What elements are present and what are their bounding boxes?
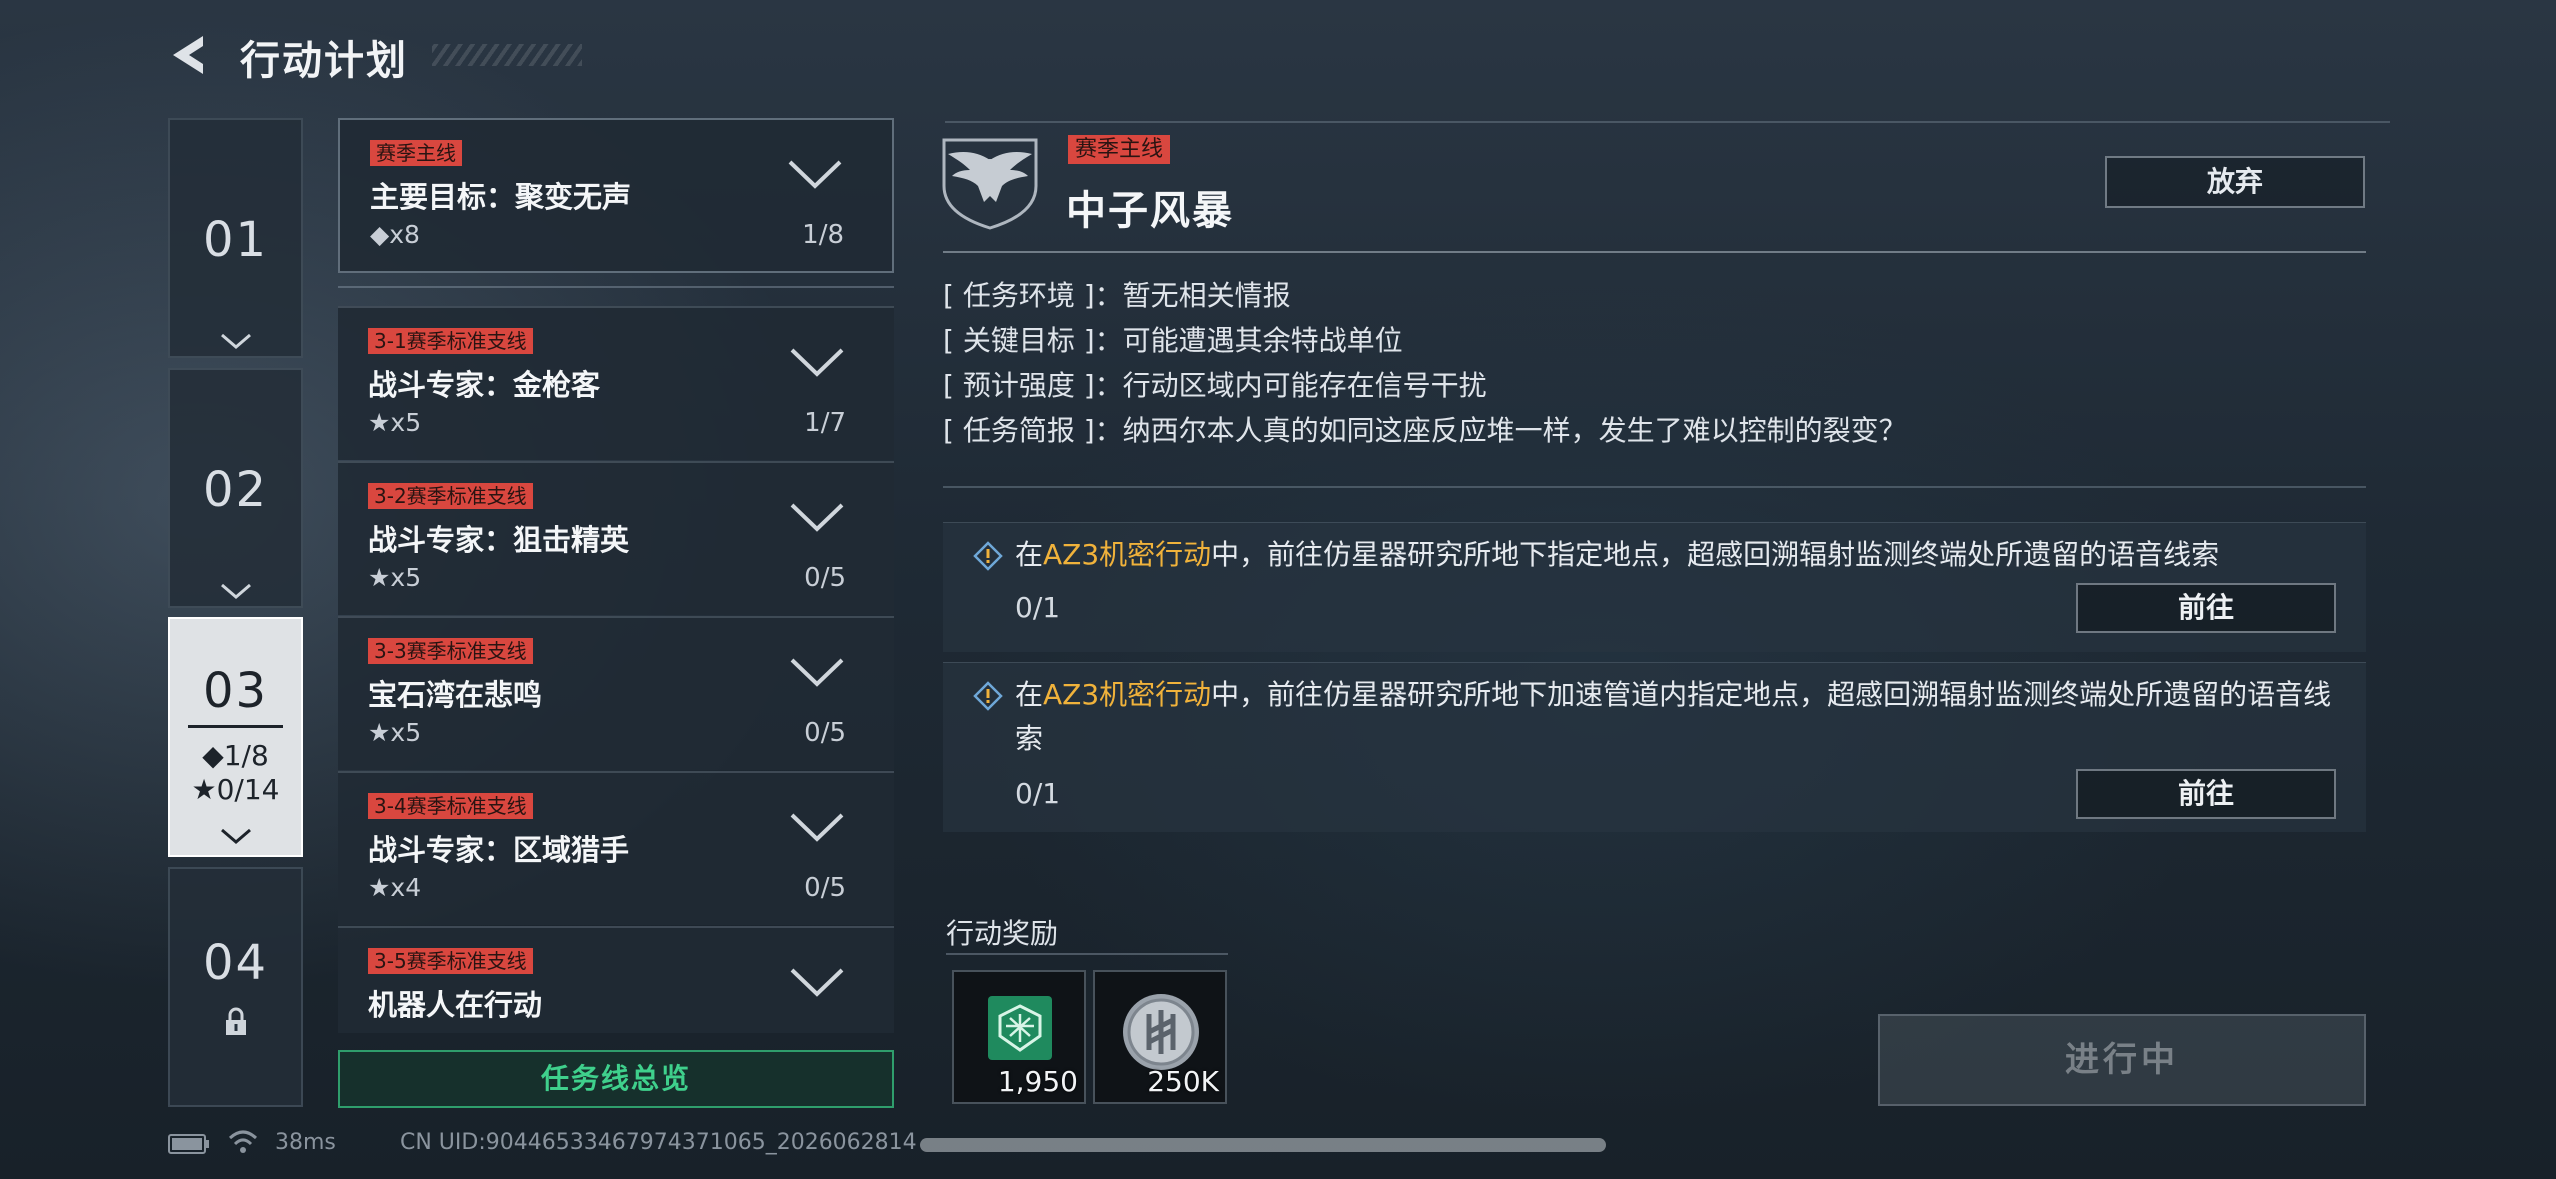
mission-reward-count: ★x5 [368,408,422,437]
reward-title: 行动奖励 [946,917,1059,950]
mission-item-3-1[interactable]: 3-1赛季标准支线 战斗专家：金枪客 ★x5 1/7 [338,306,894,460]
chevron-down-icon [790,503,844,532]
mission-progress: 0/5 [804,718,846,748]
in-progress-button[interactable]: 进行中 [1878,1014,2366,1106]
info-value: 可能遭遇其余特战单位 [1122,324,1403,357]
wifi-icon [228,1130,258,1153]
mission-tag: 3-5赛季标准支线 [368,948,533,974]
reward-item-emblem[interactable]: 1,950 [952,970,1086,1104]
list-divider [338,286,894,288]
mission-reward-count: ◆x8 [370,220,420,249]
chapter-tab-03[interactable]: 03 ◆1/8 ★0/14 [168,617,303,857]
objective-highlight: AZ3机密行动 [1043,538,1212,571]
green-emblem-icon [988,996,1052,1060]
mission-name: 战斗专家：狙击精英 [368,523,630,557]
back-arrow-icon[interactable] [165,30,215,80]
chapter-tab-02[interactable]: 02 [168,368,303,608]
mission-tag: 3-1赛季标准支线 [368,328,533,354]
chapter-star-progress: ★0/14 [191,773,280,806]
detail-mission-title: 中子风暴 [1066,188,1234,234]
eagle-emblem-icon [942,138,1038,230]
chevron-down-icon [790,813,844,842]
battery-icon [168,1134,209,1154]
info-row-environment: [ 任务环境 ]：暂无相关情报 [943,274,1291,314]
chapter-number: 01 [202,212,269,268]
chapter-number: 03 [202,663,269,719]
info-label: [ 关键目标 ]： [943,324,1123,357]
chapter-divider [188,725,283,728]
mission-progress: 0/5 [804,563,846,593]
info-label: [ 任务环境 ]： [943,279,1123,312]
page-title: 行动计划 [240,38,408,84]
mission-tag: 3-3赛季标准支线 [368,638,533,664]
objective-diamond-icon [973,541,1003,571]
chapter-number: 04 [202,935,269,991]
mission-name: 机器人在行动 [368,988,543,1022]
objective-progress: 0/1 [1015,777,1061,810]
mission-item-3-2[interactable]: 3-2赛季标准支线 战斗专家：狙击精英 ★x5 0/5 [338,461,894,615]
user-uid: CN UID:9044653346797437106​5_2026062814​ [400,1130,917,1155]
chevron-down-icon [220,333,251,349]
mission-name: 战斗专家：区域猎手 [368,833,630,867]
objective-item: 在AZ3机密行动中，前往仿星器研究所地下指定地点，超感回溯辐射监测终端处所遗留的… [943,522,2366,652]
chevron-down-icon [790,658,844,687]
detail-top-border [945,121,2390,123]
objective-diamond-icon [973,681,1003,711]
info-row-intensity: [ 预计强度 ]：行动区域内可能存在信号干扰 [943,364,1487,404]
mission-overview-button[interactable]: 任务线总览 [338,1050,894,1108]
chevron-down-icon [220,828,251,844]
info-row-key-target: [ 关键目标 ]：可能遭遇其余特战单位 [943,319,1403,359]
chapter-tab-04[interactable]: 04 [168,867,303,1107]
info-label: [ 预计强度 ]： [943,369,1123,402]
title-decoration [432,44,582,66]
mission-item-3-4[interactable]: 3-4赛季标准支线 战斗专家：区域猎手 ★x4 0/5 [338,771,894,925]
lock-icon [225,1007,246,1035]
go-button[interactable]: 前往 [2076,769,2336,819]
detail-divider [943,251,2366,253]
home-indicator[interactable] [920,1138,1606,1152]
abandon-button[interactable]: 放弃 [2105,156,2365,208]
chapter-tab-01[interactable]: 01 [168,118,303,358]
mission-item-3-3[interactable]: 3-3赛季标准支线 宝石湾在悲鸣 ★x5 0/5 [338,616,894,770]
mission-reward-count: ★x5 [368,563,422,592]
ping-indicator: 38ms [275,1130,336,1155]
reward-amount: 250K [1147,1065,1219,1098]
mission-progress: 1/7 [804,408,846,438]
mission-item-3-5[interactable]: 3-5赛季标准支线 机器人在行动 [338,926,894,1033]
objective-highlight: AZ3机密行动 [1043,678,1212,711]
mission-tag: 3-2赛季标准支线 [368,483,533,509]
mission-progress: 1/8 [802,220,844,250]
reward-item-coin[interactable]: 250K [1093,970,1227,1104]
mission-reward-count: ★x5 [368,718,422,747]
chapter-number: 02 [202,462,269,518]
objective-text: 在AZ3机密行动中，前往仿星器研究所地下加速管道内指定地点，超感回溯辐射监测终端… [1015,678,2332,755]
chevron-down-icon [220,583,251,599]
go-button[interactable]: 前往 [2076,583,2336,633]
mission-tag: 赛季主线 [370,140,462,166]
info-row-briefing: [ 任务简报 ]：纳西尔本人真的如同这座反应堆一样，发生了难以控制的裂变？ [943,409,1907,449]
mission-tag: 3-4赛季标准支线 [368,793,533,819]
mission-name: 主要目标：聚变无声 [370,180,632,214]
objective-item: 在AZ3机密行动中，前往仿星器研究所地下加速管道内指定地点，超感回溯辐射监测终端… [943,662,2366,832]
mission-name: 战斗专家：金枪客 [368,368,601,402]
info-value: 暂无相关情报 [1122,279,1291,312]
silver-coin-icon [1123,994,1199,1070]
reward-amount: 1,950 [997,1065,1078,1098]
chevron-down-icon [790,348,844,377]
mission-name: 宝石湾在悲鸣 [368,678,543,712]
chevron-down-icon [788,160,842,189]
info-divider [943,486,2366,488]
reward-divider [946,953,1228,955]
mission-item-main[interactable]: 赛季主线 主要目标：聚变无声 ◆x8 1/8 [338,118,894,273]
objective-progress: 0/1 [1015,591,1061,624]
objective-text: 在AZ3机密行动中，前往仿星器研究所地下指定地点，超感回溯辐射监测终端处所遗留的… [1015,538,2220,571]
mission-reward-count: ★x4 [368,873,422,902]
detail-mission-tag: 赛季主线 [1068,135,1171,164]
mission-progress: 0/5 [804,873,846,903]
info-label: [ 任务简报 ]： [943,414,1123,447]
chevron-down-icon [790,968,844,997]
chapter-diamond-progress: ◆1/8 [202,739,269,772]
info-value: 行动区域内可能存在信号干扰 [1122,369,1487,402]
info-value: 纳西尔本人真的如同这座反应堆一样，发生了难以控制的裂变？ [1122,414,1907,447]
